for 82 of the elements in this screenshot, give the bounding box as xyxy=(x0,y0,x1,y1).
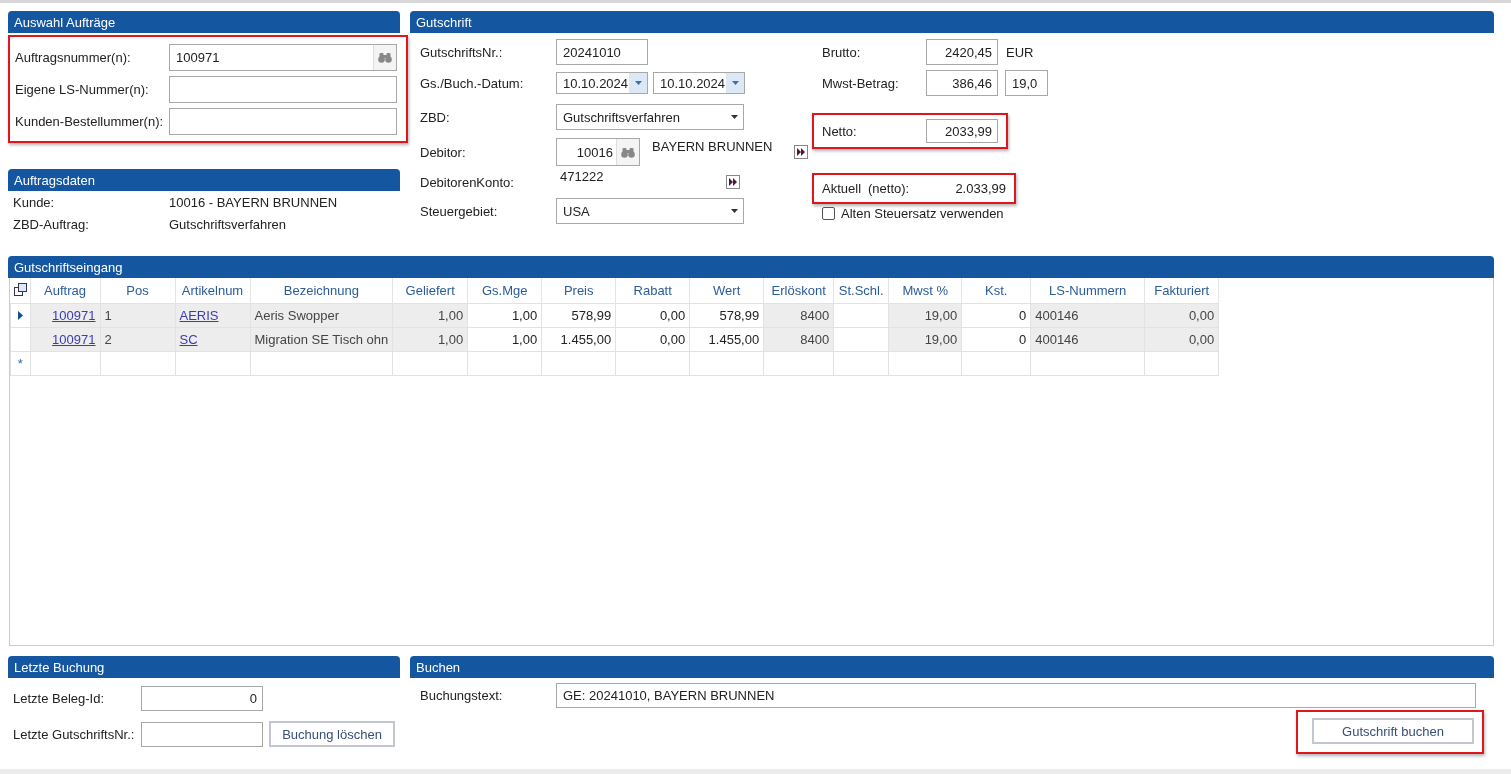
input-field[interactable]: 100971 xyxy=(169,43,397,71)
field-label: Kunde: xyxy=(13,194,56,210)
date-field[interactable]: 10.10.2024 xyxy=(556,72,648,94)
field-label: ZBD: xyxy=(420,109,451,125)
input-field[interactable]: 0 xyxy=(141,685,263,711)
dropdown-caret-icon xyxy=(730,209,738,213)
field-label: Buchungstext: xyxy=(420,687,504,703)
input-field[interactable] xyxy=(169,75,397,103)
field-value: Gutschriftsverfahren xyxy=(169,216,287,232)
section-header: Auftragsdaten xyxy=(8,169,400,191)
table-cell: 1,00 xyxy=(467,303,542,328)
table-cell: 0,00 xyxy=(1144,303,1219,328)
field-label: Debitor: xyxy=(420,144,467,160)
field-value: 471222 xyxy=(560,169,605,184)
table-cell: Aeris Swopper xyxy=(250,303,393,328)
field-label: Letzte GutschriftsNr.: xyxy=(13,726,136,742)
input-field[interactable]: 10016 xyxy=(556,138,640,166)
section-header: Gutschrift xyxy=(410,11,1494,33)
currency-label: EUR xyxy=(1006,44,1034,60)
current-row-icon xyxy=(17,311,23,320)
input-field[interactable] xyxy=(169,107,397,135)
row-header[interactable] xyxy=(10,303,30,328)
table-cell: 0 xyxy=(961,303,1031,328)
binoculars-icon xyxy=(621,146,635,158)
checkbox[interactable] xyxy=(822,206,835,220)
input-field[interactable]: 386,46 xyxy=(926,70,998,96)
dropdown-caret-icon xyxy=(731,81,739,85)
dropdown-field[interactable]: USA xyxy=(556,198,744,224)
input-field[interactable]: 19,0 xyxy=(1005,70,1048,96)
field-label: Letzte Beleg-Id: xyxy=(13,690,106,706)
table-cell: Migration SE Tisch ohn xyxy=(250,327,393,352)
input-field[interactable]: GE: 20241010, BAYERN BRUNNEN xyxy=(556,682,1476,708)
dropdown-caret-icon xyxy=(730,115,738,119)
row-header[interactable]: * xyxy=(10,351,30,376)
field-label: (netto): xyxy=(868,181,911,196)
dropdown-caret-icon xyxy=(634,81,642,85)
table-cell: 400146 xyxy=(1030,327,1145,352)
section-header: Gutschriftseingang xyxy=(8,256,1494,278)
table-cell: 0,00 xyxy=(615,303,690,328)
field-label: Eigene LS-Nummer(n): xyxy=(15,81,150,97)
table-cell: 578,99 xyxy=(689,303,764,328)
field-label: Auftragsnummer(n): xyxy=(15,49,132,65)
field-label: GutschriftsNr.: xyxy=(420,44,504,60)
table-cell: 1 xyxy=(100,303,175,328)
field-label: Kunden-Bestellummer(n): xyxy=(15,113,165,129)
field-value: BAYERN BRUNNEN xyxy=(652,139,774,154)
table-cell: 400146 xyxy=(1030,303,1145,328)
jump-button[interactable] xyxy=(726,175,740,189)
field-label: Mwst-Betrag: xyxy=(822,75,900,91)
dropdown-field[interactable]: Gutschriftsverfahren xyxy=(556,104,744,130)
field-value: 10016 - BAYERN BRUNNEN xyxy=(169,194,338,210)
field-label: Brutto: xyxy=(822,44,862,60)
table-cell: 8400 xyxy=(763,303,834,328)
field-label: Netto: xyxy=(822,123,858,139)
date-field[interactable]: 10.10.2024 xyxy=(653,72,745,94)
section-header: Buchen xyxy=(410,656,1494,678)
column-chooser-icon[interactable] xyxy=(13,282,27,296)
field-label: DebitorenKonto: xyxy=(420,174,515,190)
checkbox-label: Alten Steuersatz verwenden xyxy=(841,205,1004,221)
field-label: Steuergebiet: xyxy=(420,203,499,219)
table-cell: 578,99 xyxy=(541,303,616,328)
new-row-marker: * xyxy=(17,356,23,371)
table-cell: 1,00 xyxy=(392,303,468,328)
section-header: Letzte Buchung xyxy=(8,656,400,678)
field-label: Aktuell xyxy=(822,181,863,196)
field-label: Gs./Buch.-Datum: xyxy=(420,75,525,91)
book-credit-button[interactable]: Gutschrift buchen xyxy=(1312,718,1474,744)
binoculars-icon xyxy=(378,51,392,63)
table-link[interactable]: AERIS xyxy=(179,308,219,323)
field-value: 2.033,99 xyxy=(954,181,1006,196)
input-field[interactable]: 2420,45 xyxy=(926,39,998,65)
table-link[interactable]: 100971 xyxy=(52,308,96,323)
section-header: Auswahl Aufträge xyxy=(8,11,400,33)
table-cell: 19,00 xyxy=(888,303,962,328)
field-label: ZBD-Auftrag: xyxy=(13,216,90,232)
input-field[interactable]: 20241010 xyxy=(556,39,648,65)
input-field[interactable]: 2033,99 xyxy=(926,119,998,143)
table-link[interactable]: SC xyxy=(179,332,198,347)
table-link[interactable]: 100971 xyxy=(52,332,96,347)
input-field[interactable] xyxy=(141,721,263,747)
delete-booking-button[interactable]: Buchung löschen xyxy=(269,721,395,747)
jump-button[interactable] xyxy=(794,145,808,159)
